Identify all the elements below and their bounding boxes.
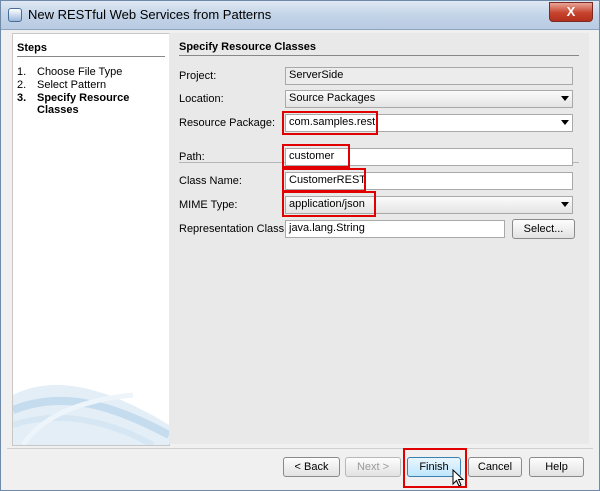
path-input[interactable]: customer bbox=[285, 148, 573, 166]
step-item-1: 1. Choose File Type bbox=[17, 66, 122, 78]
representation-class-input[interactable]: java.lang.String bbox=[285, 220, 505, 238]
location-combo[interactable]: Source Packages bbox=[285, 90, 573, 108]
chevron-down-icon[interactable] bbox=[561, 120, 569, 125]
app-icon bbox=[8, 8, 22, 22]
project-label: Project: bbox=[179, 70, 217, 82]
class-name-input[interactable]: CustomerREST bbox=[285, 172, 573, 190]
resource-package-combo[interactable]: com.samples.rest bbox=[285, 114, 573, 132]
divider bbox=[179, 55, 579, 56]
title-bar[interactable]: New RESTful Web Services from Patterns X bbox=[1, 1, 599, 30]
divider bbox=[7, 448, 593, 449]
representation-class-label: Representation Class: bbox=[179, 223, 288, 235]
back-button[interactable]: < Back bbox=[283, 457, 340, 477]
path-label: Path: bbox=[179, 151, 205, 163]
step-number: 2. bbox=[17, 79, 27, 91]
next-button[interactable]: Next > bbox=[345, 457, 401, 477]
panel-title: Specify Resource Classes bbox=[179, 41, 316, 53]
divider bbox=[17, 56, 165, 57]
decorative-swirl-graphic bbox=[13, 385, 169, 445]
location-label: Location: bbox=[179, 93, 224, 105]
cancel-button[interactable]: Cancel bbox=[468, 457, 522, 477]
chevron-down-icon[interactable] bbox=[561, 96, 569, 101]
mime-type-combo[interactable]: application/json bbox=[285, 196, 573, 214]
step-label: Choose File Type bbox=[37, 66, 123, 78]
dialog-window: New RESTful Web Services from Patterns X… bbox=[0, 0, 600, 491]
mouse-pointer-icon bbox=[452, 469, 465, 487]
step-label-continued: Classes bbox=[37, 104, 79, 116]
steps-title: Steps bbox=[17, 42, 47, 54]
window-title: New RESTful Web Services from Patterns bbox=[28, 7, 272, 22]
location-value: Source Packages bbox=[289, 92, 376, 104]
resource-package-value: com.samples.rest bbox=[289, 116, 376, 128]
step-label: Select Pattern bbox=[37, 79, 107, 91]
chevron-down-icon[interactable] bbox=[561, 202, 569, 207]
content-panel: Specify Resource Classes Project: Server… bbox=[169, 33, 589, 444]
project-field: ServerSide bbox=[285, 67, 573, 85]
select-button[interactable]: Select... bbox=[512, 219, 575, 239]
resource-package-label: Resource Package: bbox=[179, 117, 275, 129]
mime-type-label: MIME Type: bbox=[179, 199, 238, 211]
mime-type-value: application/json bbox=[289, 198, 365, 210]
class-name-label: Class Name: bbox=[179, 175, 242, 187]
step-item-2: 2. Select Pattern bbox=[17, 79, 106, 91]
help-button[interactable]: Help bbox=[529, 457, 584, 477]
step-number: 3. bbox=[17, 92, 27, 104]
steps-panel: Steps 1. Choose File Type 2. Select Patter… bbox=[12, 33, 170, 446]
dialog-body: Steps 1. Choose File Type 2. Select Patter… bbox=[7, 30, 593, 488]
step-label: Specify Resource bbox=[37, 92, 130, 104]
close-button[interactable]: X bbox=[549, 2, 593, 22]
step-item-3: 3. Specify Resource Classes bbox=[17, 92, 129, 116]
step-number: 1. bbox=[17, 66, 27, 78]
